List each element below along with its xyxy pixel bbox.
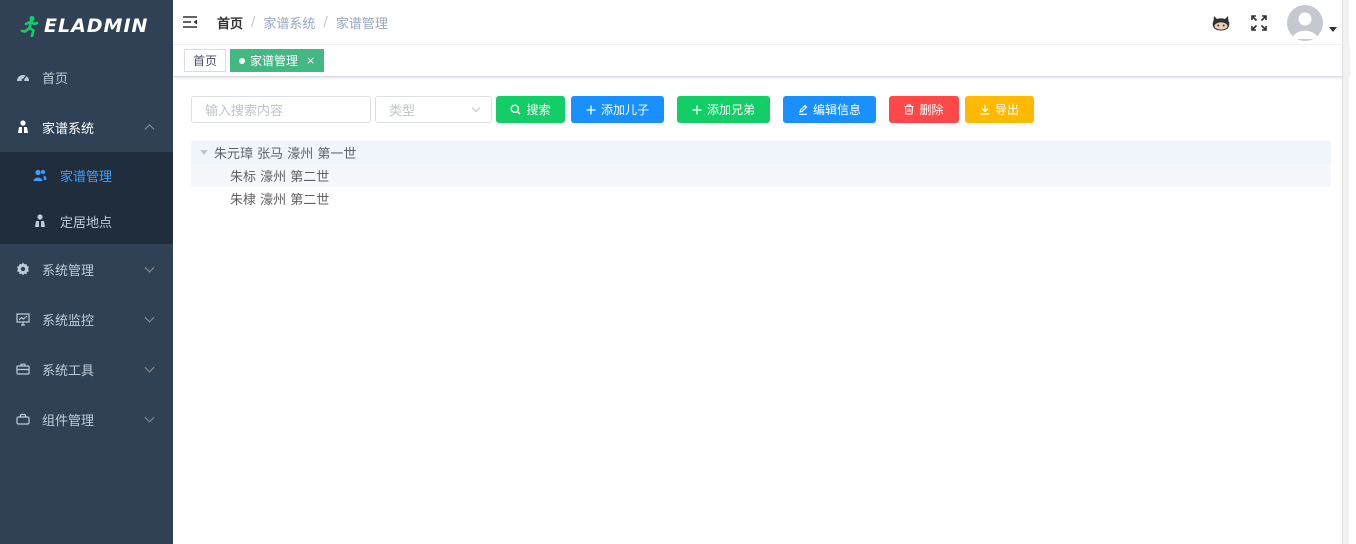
breadcrumb-separator: / <box>251 14 256 30</box>
search-button[interactable]: 搜索 <box>496 96 565 123</box>
fullscreen-icon[interactable] <box>1249 13 1269 33</box>
add-child-button-label: 添加儿子 <box>600 103 649 117</box>
sidebar-item-label: 家谱系统 <box>42 121 95 137</box>
plus-icon <box>586 105 596 115</box>
expand-caret-icon[interactable] <box>200 150 208 155</box>
edit-icon <box>798 104 808 115</box>
delete-button-label: 删除 <box>919 103 944 117</box>
export-button[interactable]: 导出 <box>965 96 1034 123</box>
sidebar-item-system-monitor[interactable]: 系统监控 <box>0 294 173 344</box>
tree-node-child[interactable]: 朱标 濠州 第二世 <box>191 164 1331 187</box>
type-select-placeholder: 类型 <box>389 104 416 119</box>
add-sibling-button[interactable]: 添加兄弟 <box>677 96 770 123</box>
main-content: 首页 / 家谱系统 / 家谱管理 首页 家谱管理 × 输入搜索内容 类型 搜索 … <box>173 0 1349 544</box>
sidebar-item-label: 定居地点 <box>60 215 113 231</box>
sidebar-item-label: 系统管理 <box>42 263 95 279</box>
family-icon <box>16 120 30 134</box>
export-button-label: 导出 <box>994 103 1019 117</box>
avatar[interactable] <box>1287 4 1323 41</box>
sidebar-item-system-management[interactable]: 系统管理 <box>0 244 173 294</box>
sidebar-item-component-management[interactable]: 组件管理 <box>0 394 173 444</box>
chevron-down-icon <box>144 312 155 323</box>
toolbox-icon <box>16 362 30 376</box>
sidebar-item-family-system[interactable]: 家谱系统 <box>0 102 173 152</box>
chevron-up-icon <box>144 124 155 135</box>
plus-icon <box>692 105 702 115</box>
vertical-scrollbar[interactable] <box>1342 0 1349 544</box>
gear-icon <box>16 262 30 276</box>
sidebar-item-label: 首页 <box>42 71 69 87</box>
type-select[interactable]: 类型 <box>375 96 492 123</box>
add-sibling-button-label: 添加兄弟 <box>706 103 755 117</box>
breadcrumb: 首页 / 家谱系统 / 家谱管理 <box>217 13 388 32</box>
breadcrumb-item: 家谱管理 <box>335 16 388 32</box>
tree-node-label: 朱标 濠州 第二世 <box>230 170 330 185</box>
family-icon <box>33 214 47 228</box>
tree-node-label: 朱棣 濠州 第二世 <box>230 193 330 208</box>
edit-button-label: 编辑信息 <box>812 103 861 117</box>
trash-icon <box>904 104 914 115</box>
sidebar-item-label: 组件管理 <box>42 413 95 429</box>
active-dot-icon <box>239 57 246 64</box>
component-icon <box>16 412 30 426</box>
toolbar: 输入搜索内容 类型 搜索 添加儿子 添加兄弟 编辑信息 删除 导出 <box>191 96 1047 123</box>
people-icon <box>33 168 47 182</box>
sidebar-item-home[interactable]: 首页 <box>0 52 173 102</box>
delete-button[interactable]: 删除 <box>889 96 959 123</box>
sidebar-item-label: 系统工具 <box>42 363 95 379</box>
logo[interactable]: ELADMIN <box>0 0 173 52</box>
tree-node-child[interactable]: 朱棣 濠州 第二世 <box>191 187 1331 210</box>
sidebar-item-label: 系统监控 <box>42 313 95 329</box>
sidebar-item-label: 家谱管理 <box>60 169 113 185</box>
tree-node-label: 朱元璋 张马 濠州 第一世 <box>214 147 357 162</box>
search-input[interactable]: 输入搜索内容 <box>191 96 371 123</box>
submenu-family-system: 家谱管理 定居地点 <box>0 152 173 244</box>
github-icon[interactable] <box>1211 13 1231 33</box>
search-button-label: 搜索 <box>526 103 551 117</box>
breadcrumb-separator: / <box>323 14 328 30</box>
breadcrumb-item: 家谱系统 <box>263 16 316 32</box>
runner-logo-icon <box>20 15 40 37</box>
tags-view: 首页 家谱管理 × <box>173 45 1349 77</box>
tree-node-root[interactable]: 朱元璋 张马 濠州 第一世 <box>191 141 1331 164</box>
monitor-icon <box>16 312 30 326</box>
logo-text: ELADMIN <box>44 15 149 37</box>
tag-label: 首页 <box>193 54 218 68</box>
navbar: 首页 / 家谱系统 / 家谱管理 <box>173 0 1349 45</box>
hamburger-icon[interactable] <box>182 15 198 29</box>
tag-home[interactable]: 首页 <box>184 49 227 72</box>
add-child-button[interactable]: 添加儿子 <box>571 96 664 123</box>
chevron-down-icon <box>144 262 155 273</box>
sidebar-item-system-tools[interactable]: 系统工具 <box>0 344 173 394</box>
search-icon <box>510 104 521 115</box>
dashboard-icon <box>16 70 30 84</box>
sidebar: ELADMIN 首页 家谱系统 家谱管理 定居地点 系统管理 系统监控 系统工具… <box>0 0 173 544</box>
family-tree: 朱元璋 张马 濠州 第一世 朱标 濠州 第二世 朱棣 濠州 第二世 <box>191 141 1331 210</box>
caret-down-icon[interactable] <box>1329 27 1337 32</box>
tag-label: 家谱管理 <box>250 54 299 68</box>
close-icon[interactable]: × <box>306 54 315 67</box>
breadcrumb-item[interactable]: 首页 <box>217 13 243 32</box>
sidebar-item-family-management[interactable]: 家谱管理 <box>0 152 173 198</box>
chevron-down-icon <box>471 103 481 113</box>
chevron-down-icon <box>144 412 155 423</box>
chevron-down-icon <box>144 362 155 373</box>
tag-family-management[interactable]: 家谱管理 × <box>230 49 325 72</box>
sidebar-item-settlement[interactable]: 定居地点 <box>0 198 173 244</box>
download-icon <box>980 104 990 115</box>
edit-button[interactable]: 编辑信息 <box>783 96 876 123</box>
navbar-right <box>1211 0 1337 45</box>
